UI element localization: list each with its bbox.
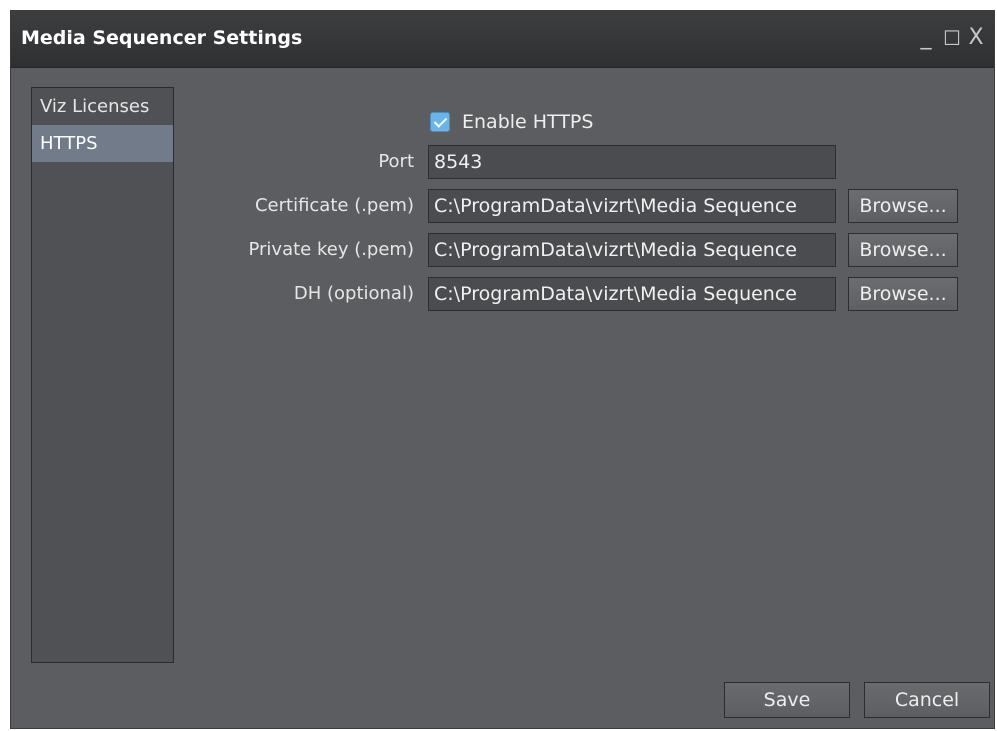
port-label: Port [378,151,414,172]
settings-sidebar: Viz Licenses HTTPS [31,87,174,663]
private-key-label: Private key (.pem) [248,239,414,260]
maximize-icon[interactable]: ☐ [940,25,964,51]
enable-https-row[interactable]: Enable HTTPS [430,111,593,133]
save-button[interactable]: Save [724,682,850,718]
dh-input[interactable]: C:\ProgramData\vizrt\Media Sequence [428,277,836,311]
certificate-input[interactable]: C:\ProgramData\vizrt\Media Sequence [428,189,836,223]
minimize-icon[interactable]: _ [914,25,938,51]
certificate-browse-button[interactable]: Browse... [848,189,958,223]
settings-window: Media Sequencer Settings _ ☐ X Viz Licen… [10,10,995,729]
enable-https-checkbox[interactable] [430,112,450,132]
dh-browse-button[interactable]: Browse... [848,277,958,311]
sidebar-item-https[interactable]: HTTPS [32,125,173,162]
sidebar-item-viz-licenses[interactable]: Viz Licenses [32,88,173,125]
window-title: Media Sequencer Settings [21,27,303,49]
cancel-button[interactable]: Cancel [864,682,990,718]
dh-label: DH (optional) [293,283,414,304]
enable-https-label: Enable HTTPS [462,111,594,133]
private-key-browse-button[interactable]: Browse... [848,233,958,267]
private-key-input[interactable]: C:\ProgramData\vizrt\Media Sequence [428,233,836,267]
close-icon[interactable]: X [964,25,988,51]
certificate-label: Certificate (.pem) [254,195,414,216]
port-input[interactable]: 8543 [428,145,836,179]
title-bar[interactable]: Media Sequencer Settings _ ☐ X [11,11,994,68]
